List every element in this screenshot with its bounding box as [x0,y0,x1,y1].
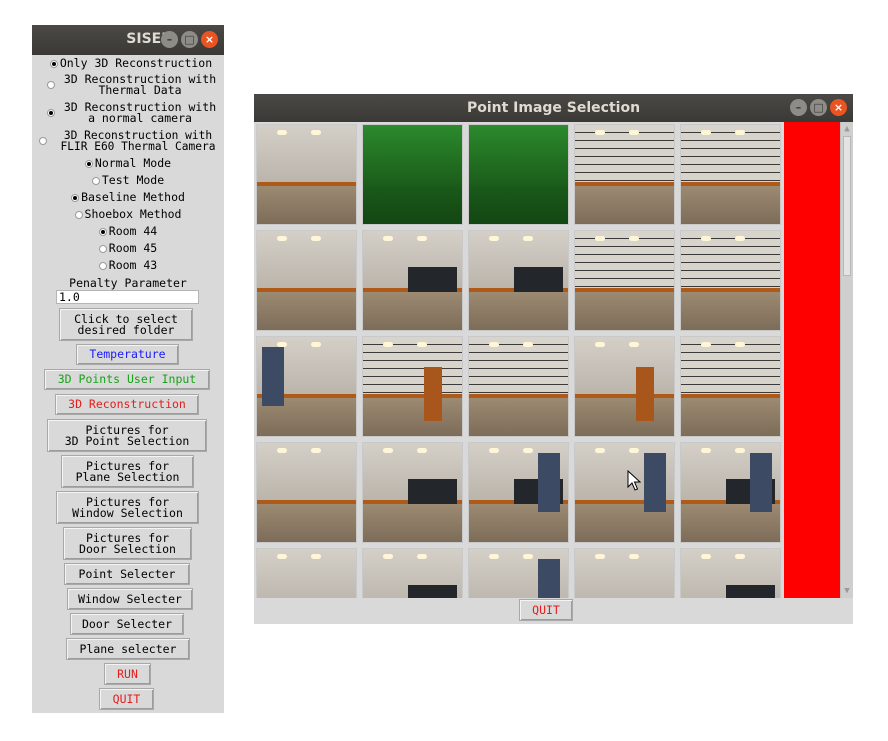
image-thumbnail[interactable] [680,442,781,543]
siser-title: SISER [126,31,172,47]
option-room-45[interactable]: Room 45 [32,241,224,255]
radio-room-43[interactable] [98,261,107,270]
image-thumbnail[interactable] [680,336,781,437]
siser-window: SISER – □ × Only 3D Reconstruction 3D Re… [32,25,224,713]
option-test-mode[interactable]: Test Mode [32,173,224,187]
minimize-icon[interactable]: – [161,31,178,48]
image-thumbnail[interactable] [256,336,357,437]
image-thumbnail[interactable] [468,336,569,437]
radio-room-45[interactable] [98,244,107,253]
maximize-icon[interactable]: □ [810,99,827,116]
image-thumbnail[interactable] [680,548,781,598]
3d-points-user-input-button[interactable]: 3D Points User Input [44,369,210,390]
penalty-parameter-label: Penalty Parameter [69,276,187,290]
image-thumbnail[interactable] [256,230,357,331]
option-3d-flir-e60[interactable]: 3D Reconstruction with FLIR E60 Thermal … [52,130,224,152]
quit-button[interactable]: QUIT [99,688,154,710]
red-side-panel [784,122,840,598]
option-label: Test Mode [101,173,165,187]
maximize-icon[interactable]: □ [181,31,198,48]
close-icon[interactable]: × [201,31,218,48]
pis-titlebar[interactable]: Point Image Selection – □ × [254,94,853,122]
radio-thermal-data[interactable] [47,81,55,89]
siser-titlebar[interactable]: SISER – □ × [32,25,224,55]
plane-selecter-button[interactable]: Plane selecter [66,638,190,660]
image-thumbnail[interactable] [362,230,463,331]
pis-quit-button[interactable]: QUIT [519,599,573,621]
image-thumbnail[interactable] [362,124,463,225]
image-thumbnail[interactable] [256,124,357,225]
image-thumbnail[interactable] [574,230,675,331]
pictures-3d-point-selection-button[interactable]: Pictures for 3D Point Selection [47,419,207,452]
image-thumbnail[interactable] [468,442,569,543]
thumbnail-grid [254,122,784,598]
option-room-44[interactable]: Room 44 [32,224,224,238]
temperature-button[interactable]: Temperature [76,344,179,365]
option-3d-normal-camera[interactable]: 3D Reconstruction with a normal camera [56,101,224,124]
radio-shoebox[interactable] [74,210,83,219]
image-thumbnail[interactable] [256,548,357,598]
image-thumbnail[interactable] [680,230,781,331]
option-room-43[interactable]: Room 43 [32,258,224,272]
pis-title: Point Image Selection [466,100,641,116]
minimize-icon[interactable]: – [790,99,807,116]
image-thumbnail[interactable] [574,336,675,437]
radio-test-mode[interactable] [91,176,100,185]
image-thumbnail[interactable] [362,548,463,598]
point-selecter-button[interactable]: Point Selecter [64,563,190,585]
image-thumbnail[interactable] [468,124,569,225]
point-image-selection-window: Point Image Selection – □ × ▲ ▼ QUIT [254,94,853,624]
window-selecter-button[interactable]: Window Selecter [67,588,193,610]
radio-baseline[interactable] [71,193,80,202]
image-thumbnail[interactable] [574,124,675,225]
option-normal-mode[interactable]: Normal Mode [32,156,224,170]
run-button[interactable]: RUN [104,663,151,685]
pictures-window-selection-button[interactable]: Pictures for Window Selection [56,491,199,524]
image-thumbnail[interactable] [362,336,463,437]
option-label: Only 3D Reconstruction [59,56,213,70]
image-thumbnail[interactable] [256,442,357,543]
door-selecter-button[interactable]: Door Selecter [70,613,184,635]
mouse-pointer-icon [627,470,641,491]
image-thumbnail[interactable] [574,442,675,543]
3d-reconstruction-button[interactable]: 3D Reconstruction [55,394,199,415]
option-label: Room 45 [108,241,158,255]
option-label: Baseline Method [81,190,185,204]
option-baseline-method[interactable]: Baseline Method [32,190,224,204]
scroll-down-icon[interactable]: ▼ [842,585,852,597]
option-label: Room 43 [108,258,158,272]
option-shoebox-method[interactable]: Shoebox Method [32,207,224,221]
scrollbar-thumb[interactable] [843,136,851,276]
scroll-up-icon[interactable]: ▲ [842,123,852,135]
radio-only-3d[interactable] [49,59,58,68]
close-icon[interactable]: × [830,99,847,116]
vertical-scrollbar[interactable]: ▲ ▼ [840,122,853,598]
image-thumbnail[interactable] [362,442,463,543]
option-label: Normal Mode [94,156,172,170]
select-folder-button[interactable]: Click to select desired folder [59,308,193,341]
option-label: Shoebox Method [84,207,182,221]
image-thumbnail[interactable] [468,548,569,598]
radio-room-44[interactable] [98,227,107,236]
radio-flir-e60[interactable] [39,137,47,145]
radio-normal-camera[interactable] [47,109,55,117]
image-thumbnail[interactable] [468,230,569,331]
pictures-plane-selection-button[interactable]: Pictures for Plane Selection [61,455,194,488]
penalty-parameter-input[interactable] [56,290,199,304]
image-thumbnail[interactable] [574,548,675,598]
option-only-3d-reconstruction[interactable]: Only 3D Reconstruction [46,56,216,70]
radio-normal-mode[interactable] [84,159,93,168]
image-thumbnail[interactable] [680,124,781,225]
option-3d-thermal-data[interactable]: 3D Reconstruction with Thermal Data [56,73,224,96]
pictures-door-selection-button[interactable]: Pictures for Door Selection [63,527,192,560]
option-label: Room 44 [108,224,158,238]
